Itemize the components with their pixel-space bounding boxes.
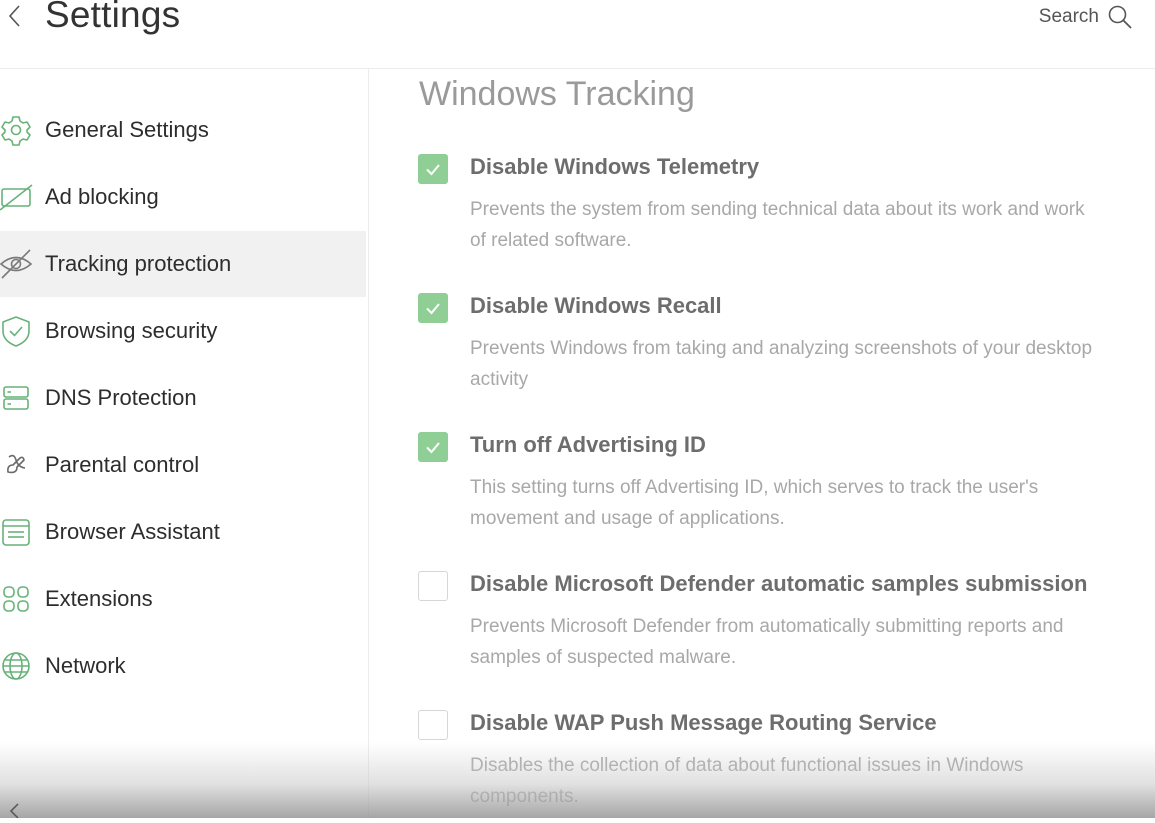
- option-title: Disable WAP Push Message Routing Service: [470, 710, 937, 735]
- sidebar-item-label: Ad blocking: [45, 184, 159, 209]
- sidebar: General Settings Ad blocking Tracking pr…: [0, 69, 369, 818]
- sidebar-item-general-settings[interactable]: General Settings: [0, 97, 366, 163]
- option-title: Turn off Advertising ID: [470, 432, 706, 457]
- telemetry-checkbox[interactable]: [418, 154, 448, 184]
- section-title: Windows Tracking: [419, 75, 695, 113]
- search-icon: [1108, 5, 1132, 29]
- globe-icon: [0, 648, 34, 684]
- chevron-left-icon: [9, 803, 19, 819]
- checkmark-icon: [426, 164, 440, 176]
- back-button[interactable]: [2, 0, 28, 34]
- sidebar-item-dns-protection[interactable]: DNS Protection: [0, 365, 366, 431]
- sidebar-item-browser-assistant[interactable]: Browser Assistant: [0, 499, 366, 565]
- ad-block-icon: [0, 179, 34, 215]
- sidebar-item-network[interactable]: Network: [0, 633, 366, 699]
- browser-assistant-icon: [0, 514, 34, 550]
- recall-checkbox[interactable]: [418, 293, 448, 323]
- header-bar: Settings Search: [0, 0, 1155, 69]
- main-content: Windows Tracking Disable Windows Telemet…: [369, 69, 1155, 818]
- defender-samples-checkbox[interactable]: [418, 571, 448, 601]
- sidebar-item-browsing-security[interactable]: Browsing security: [0, 298, 366, 364]
- option-description: Prevents Microsoft Defender from automat…: [470, 616, 1064, 668]
- server-icon: [0, 380, 34, 416]
- option-description: This setting turns off Advertising ID, w…: [470, 477, 1039, 529]
- sidebar-item-parental-control[interactable]: Parental control: [0, 432, 366, 498]
- sidebar-item-tracking-protection[interactable]: Tracking protection: [0, 231, 366, 297]
- wap-push-checkbox[interactable]: [418, 710, 448, 740]
- sidebar-item-extensions[interactable]: Extensions: [0, 566, 366, 632]
- sidebar-item-label: Network: [45, 653, 126, 678]
- sidebar-item-label: Extensions: [45, 586, 153, 611]
- collapse-sidebar-button[interactable]: [4, 800, 24, 819]
- sidebar-item-label: General Settings: [45, 117, 209, 142]
- sidebar-item-label: Parental control: [45, 452, 200, 477]
- sidebar-item-label: Tracking protection: [45, 251, 232, 276]
- sidebar-item-label: Browser Assistant: [45, 519, 220, 544]
- shield-check-icon: [0, 313, 34, 349]
- sidebar-item-label: DNS Protection: [45, 385, 197, 410]
- checkmark-icon: [426, 442, 440, 454]
- checkmark-icon: [426, 303, 440, 315]
- eye-off-icon: [0, 246, 34, 282]
- option-description: Prevents the system from sending technic…: [470, 199, 1085, 251]
- page-title: Settings: [45, 0, 181, 35]
- option-title: Disable Windows Recall: [470, 293, 722, 318]
- gear-icon: [0, 112, 34, 148]
- sidebar-item-label: Browsing security: [45, 318, 218, 343]
- search-button[interactable]: Search: [1039, 3, 1133, 31]
- parental-icon: [0, 447, 34, 483]
- option-description: Prevents Windows from taking and analyzi…: [470, 338, 1093, 390]
- option-title: Disable Microsoft Defender automatic sam…: [470, 571, 1088, 596]
- advertising-id-checkbox[interactable]: [418, 432, 448, 462]
- option-title: Disable Windows Telemetry: [470, 154, 760, 179]
- search-label: Search: [1038, 6, 1099, 27]
- sidebar-item-ad-blocking[interactable]: Ad blocking: [0, 164, 366, 230]
- option-description: Disables the collection of data about fu…: [470, 755, 1024, 807]
- extensions-icon: [0, 581, 34, 617]
- chevron-left-icon: [8, 5, 20, 27]
